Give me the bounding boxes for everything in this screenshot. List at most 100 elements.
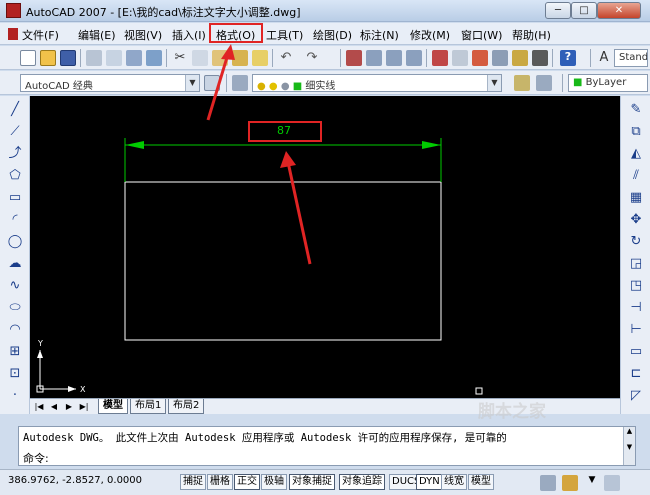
lock-icon: ● <box>280 81 290 92</box>
pan-icon[interactable] <box>346 50 362 66</box>
join-icon[interactable]: ⊏ <box>628 366 644 382</box>
menu-help[interactable]: 帮助(H) <box>512 27 551 43</box>
markup-icon[interactable] <box>512 50 528 66</box>
ortho-toggle[interactable]: 正交 <box>234 474 260 490</box>
erase-icon[interactable]: ✎ <box>628 102 644 118</box>
dyn-toggle[interactable]: DYN <box>416 474 443 490</box>
line-icon[interactable]: ╱ <box>7 102 23 118</box>
point-icon[interactable]: · <box>7 388 23 404</box>
spline-icon[interactable]: ∿ <box>7 278 23 294</box>
last-tab-icon[interactable]: ▶| <box>78 401 90 413</box>
layer-previous-icon[interactable] <box>536 75 552 91</box>
block-editor-icon[interactable] <box>252 50 268 66</box>
object-track-toggle[interactable]: 对象追踪 <box>339 474 385 490</box>
construction-line-icon[interactable]: ⟋ <box>7 124 23 140</box>
undo-icon[interactable]: ↶ <box>278 50 294 66</box>
plot-icon[interactable] <box>146 50 162 66</box>
coordinate-readout[interactable]: 386.9762, -2.8527, 0.0000 <box>8 475 142 486</box>
minimize-button[interactable]: ─ <box>545 2 571 19</box>
sheet-set-icon[interactable] <box>492 50 508 66</box>
design-center-icon[interactable] <box>452 50 468 66</box>
model-space-toggle[interactable]: 模型 <box>468 474 494 490</box>
break-icon[interactable]: ▭ <box>628 344 644 360</box>
dimension-text[interactable]: 87 <box>277 124 291 137</box>
move-icon[interactable]: ✥ <box>628 212 644 228</box>
save-icon[interactable] <box>60 50 76 66</box>
insert-block-icon[interactable]: ⊞ <box>7 344 23 360</box>
extend-icon[interactable]: ⊢ <box>628 322 644 338</box>
tab-model[interactable]: 模型 <box>98 399 128 414</box>
command-window[interactable]: Autodesk DWG。 此文件上次由 Autodesk 应用程序或 Auto… <box>18 426 636 466</box>
menu-view[interactable]: 视图(V) <box>124 27 162 43</box>
maximize-button[interactable]: □ <box>571 2 597 19</box>
layer-combo[interactable]: ● ● ● ■ 细实线 ▼ <box>252 74 502 92</box>
comm-center-icon[interactable] <box>540 475 556 491</box>
open-file-icon[interactable] <box>40 50 56 66</box>
doc-icon[interactable] <box>8 28 18 40</box>
command-scrollbar[interactable]: ▲ ▼ <box>623 427 635 465</box>
chevron-down-icon[interactable]: ▼ <box>584 475 600 491</box>
ellipse-arc-icon[interactable]: ◠ <box>7 322 23 338</box>
clean-screen-icon[interactable] <box>604 475 620 491</box>
color-combo[interactable]: ■ ByLayer <box>568 74 648 92</box>
tab-layout1[interactable]: 布局1 <box>130 399 167 414</box>
mirror-icon[interactable]: ◭ <box>628 146 644 162</box>
drawing-canvas[interactable]: 87 Y X <box>30 96 620 398</box>
close-button[interactable]: ✕ <box>597 2 641 19</box>
copy-object-icon[interactable]: ⧉ <box>628 124 644 140</box>
first-tab-icon[interactable]: |◀ <box>33 401 45 413</box>
rotate-icon[interactable]: ↻ <box>628 234 644 250</box>
cut-icon[interactable]: ✂ <box>172 50 188 66</box>
revision-cloud-icon[interactable]: ☁ <box>7 256 23 272</box>
circle-icon[interactable]: ◯ <box>7 234 23 250</box>
zoom-realtime-icon[interactable] <box>366 50 382 66</box>
object-snap-toggle[interactable]: 对象捕捉 <box>289 474 335 490</box>
menu-file[interactable]: 文件(F) <box>22 27 59 43</box>
text-style-combo[interactable]: Stand <box>614 49 648 67</box>
lock-toolbars-icon[interactable] <box>562 475 578 491</box>
menu-tools[interactable]: 工具(T) <box>266 27 303 43</box>
workspace-combo[interactable]: AutoCAD 经典 ▼ <box>20 74 200 92</box>
arc-icon[interactable]: ◜ <box>7 212 23 228</box>
menu-edit[interactable]: 编辑(E) <box>78 27 116 43</box>
ellipse-icon[interactable]: ⬭ <box>7 300 23 316</box>
stretch-icon[interactable]: ◳ <box>628 278 644 294</box>
toolbar-separator <box>340 49 341 67</box>
chamfer-icon[interactable]: ◸ <box>628 388 644 404</box>
array-icon[interactable]: ▦ <box>628 190 644 206</box>
calculator-icon[interactable] <box>532 50 548 66</box>
next-tab-icon[interactable]: ▶ <box>63 401 75 413</box>
prev-tab-icon[interactable]: ◀ <box>48 401 60 413</box>
snap-toggle[interactable]: 捕捉 <box>180 474 206 490</box>
rectangle-icon[interactable]: ▭ <box>7 190 23 206</box>
menu-window[interactable]: 窗口(W) <box>461 27 502 43</box>
offset-icon[interactable]: ⫽ <box>628 168 644 184</box>
print-preview-icon[interactable] <box>106 50 122 66</box>
properties-icon[interactable] <box>432 50 448 66</box>
grip-marker[interactable] <box>475 387 483 395</box>
polar-toggle[interactable]: 极轴 <box>261 474 287 490</box>
publish-icon[interactable] <box>126 50 142 66</box>
lineweight-toggle[interactable]: 线宽 <box>441 474 467 490</box>
help-icon[interactable]: ? <box>560 50 576 66</box>
polyline-icon[interactable]: ⤴ <box>7 146 23 162</box>
grid-toggle[interactable]: 栅格 <box>207 474 233 490</box>
redo-icon[interactable]: ↷ <box>304 50 320 66</box>
autocad-logo-icon[interactable] <box>6 3 21 18</box>
make-block-icon[interactable]: ⊡ <box>7 366 23 382</box>
polygon-icon[interactable]: ⬠ <box>7 168 23 184</box>
command-prompt[interactable]: 命令: <box>23 450 49 466</box>
new-file-icon[interactable] <box>20 50 36 66</box>
text-style-icon[interactable]: A <box>596 50 612 66</box>
zoom-window-icon[interactable] <box>386 50 402 66</box>
print-icon[interactable] <box>86 50 102 66</box>
menu-modify[interactable]: 修改(M) <box>410 27 450 43</box>
trim-icon[interactable]: ⊣ <box>628 300 644 316</box>
menu-draw[interactable]: 绘图(D) <box>313 27 352 43</box>
tab-layout2[interactable]: 布局2 <box>168 399 205 414</box>
zoom-previous-icon[interactable] <box>406 50 422 66</box>
menu-dimension[interactable]: 标注(N) <box>360 27 399 43</box>
scale-icon[interactable]: ◲ <box>628 256 644 272</box>
make-current-layer-icon[interactable] <box>514 75 530 91</box>
tool-palettes-icon[interactable] <box>472 50 488 66</box>
